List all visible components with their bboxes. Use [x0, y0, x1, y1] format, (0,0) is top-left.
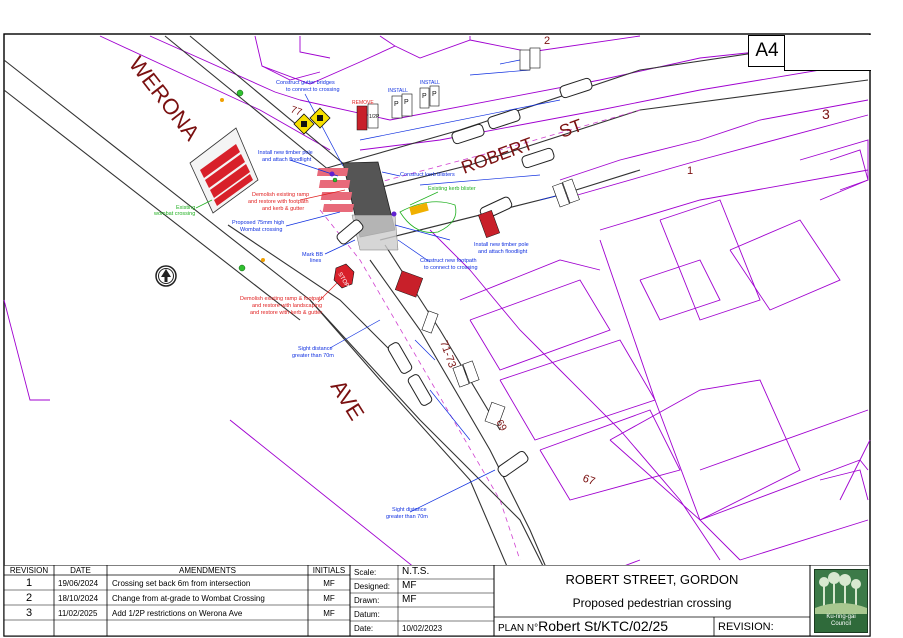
a4-box-extension: [784, 35, 871, 71]
note-demolish-bottom-3: and restore with kerb & gutter: [250, 310, 322, 316]
sign-label-p: P: [394, 101, 399, 108]
rev-row-1-date: 19/06/2024: [58, 579, 99, 588]
council-name-1: Ku-ring-gai: [826, 614, 856, 620]
note-demolish-bottom-1: Demolish existing ramp & footpath: [240, 296, 324, 302]
note-demolish-top-2: and restore with footpath: [248, 199, 309, 205]
property-boundaries: [3, 35, 871, 621]
sign-label-half-p: 1/2P: [369, 114, 380, 120]
rev-row-3-number: 3: [25, 607, 33, 619]
lot-number: 67: [581, 473, 597, 488]
rev-header-date: DATE: [70, 566, 91, 575]
note-mark-bb-2: lines: [310, 258, 322, 264]
rev-header-initials: INITIALS: [312, 566, 346, 575]
note-gutter-bridges-1: Construct gutter bridges: [276, 80, 335, 86]
datum-label: Datum:: [354, 610, 380, 619]
note-new-footpath-2: to connect to crossing: [424, 265, 478, 271]
note-new-footpath-1: Construct new footpath: [420, 258, 477, 264]
rev-row-2-amendment: Change from at-grade to Wombat Crossing: [112, 594, 265, 603]
drawing-subtitle: Proposed pedestrian crossing: [572, 596, 732, 610]
designed-value: MF: [402, 580, 417, 591]
rev-row-1-amendment: Crossing set back 6m from intersection: [112, 579, 251, 588]
rev-row-1-initials: MF: [323, 579, 335, 588]
note-demolish-top-1: Demolish existing ramp: [252, 192, 309, 198]
kerb-blister-yellow: [409, 202, 429, 216]
lot-number: 3: [822, 106, 830, 122]
annotation-leaders: [285, 59, 561, 513]
note-gutter-bridges-2: to connect to crossing: [286, 87, 340, 93]
note-timber-pole-bottom-2: and attach floodlight: [478, 249, 528, 255]
site-plan-drawing: STOP REMOVE INSTALL INSTALL P P P P 1/2P…: [3, 33, 871, 637]
council-logo-trees: [815, 570, 867, 614]
note-wombat-proposed-2: Wombat crossing: [240, 227, 282, 233]
council-name-2: Council: [830, 621, 851, 627]
sign-label-install: INSTALL: [388, 88, 408, 94]
revision-label: REVISION:: [718, 621, 774, 633]
floodlight-marker: [329, 171, 335, 177]
date-label: Date:: [354, 624, 374, 633]
street-name-st: ST: [557, 115, 585, 142]
note-wombat-proposed-1: Proposed 75mm high: [232, 220, 284, 226]
note-sight-bottom-1: Sight distance: [392, 507, 427, 513]
note-demolish-bottom-2: and restore with landscaping: [252, 303, 322, 309]
street-name-ave: AVE: [326, 375, 370, 424]
note-kerb-blisters: Construct kerb blisters: [400, 172, 455, 178]
rev-row-3-initials: MF: [323, 609, 335, 618]
note-demolish-top-3: and kerb & gutter: [262, 206, 304, 212]
scale-label: Scale:: [354, 568, 377, 577]
scale-value: N.T.S.: [402, 566, 430, 577]
designed-label: Designed:: [354, 582, 391, 591]
rev-row-2-date: 18/10/2024: [58, 594, 99, 603]
lot-number: 2: [544, 35, 550, 47]
proposed-wombat-crossing: [316, 161, 399, 251]
note-existing-wombat-2: wombat crossing: [153, 211, 195, 217]
floodlight-marker: [391, 211, 397, 217]
rev-row-1-number: 1: [25, 577, 33, 589]
plan-number-row: PLAN N°Robert St/KTC/02/25: [498, 618, 668, 636]
drawing-title: ROBERT STREET, GORDON: [565, 572, 739, 587]
title-block: REVISION DATE AMENDMENTS INITIALS 1 19/0…: [4, 565, 870, 636]
sheet-size-box: A4: [748, 35, 786, 67]
rev-row-2-initials: MF: [323, 594, 335, 603]
sign-label-remove: REMOVE: [352, 100, 374, 106]
annotations-green: Existing wombat crossing Existing kerb b…: [153, 186, 476, 217]
sign-label-p: P: [404, 99, 409, 106]
rev-header-amendments: AMENDMENTS: [179, 566, 236, 575]
sign-label-p: P: [432, 91, 437, 98]
street-labels: WERONA AVE ROBERT ST: [124, 52, 585, 425]
drawn-label: Drawn:: [354, 596, 380, 605]
note-existing-kerb-blister: Existing kerb blister: [428, 186, 476, 192]
drawn-value: MF: [402, 594, 417, 605]
note-sight-top-2: greater than 70m: [292, 353, 334, 359]
sheet-size-label: A4: [755, 40, 779, 61]
rev-row-3-date: 11/02/2025: [58, 609, 98, 618]
rev-row-2-number: 2: [25, 592, 33, 604]
note-timber-pole-bottom-1: Install new timber pole: [474, 242, 529, 248]
rev-header-revision: REVISION: [9, 566, 49, 575]
note-timber-pole-top-1: Install new timber pole: [258, 150, 313, 156]
road-kerbs: [3, 35, 869, 621]
note-sight-bottom-2: greater than 70m: [386, 514, 428, 520]
note-timber-pole-top-2: and attach floodlight: [262, 157, 312, 163]
lot-number: 1: [687, 165, 693, 177]
plan-number: Robert St/KTC/02/25: [538, 618, 669, 634]
date-value: 10/02/2023: [402, 624, 443, 633]
note-sight-top-1: Sight distance: [298, 346, 333, 352]
council-logo: Ku-ring-gai Council: [814, 569, 868, 633]
north-arrow-icon: [155, 265, 177, 287]
sign-label-install: INSTALL: [420, 80, 440, 86]
plan-number-label: PLAN N°: [498, 623, 539, 634]
rev-row-3-amendment: Add 1/2P restrictions on Werona Ave: [112, 609, 243, 618]
sign-label-p: P: [422, 93, 427, 100]
